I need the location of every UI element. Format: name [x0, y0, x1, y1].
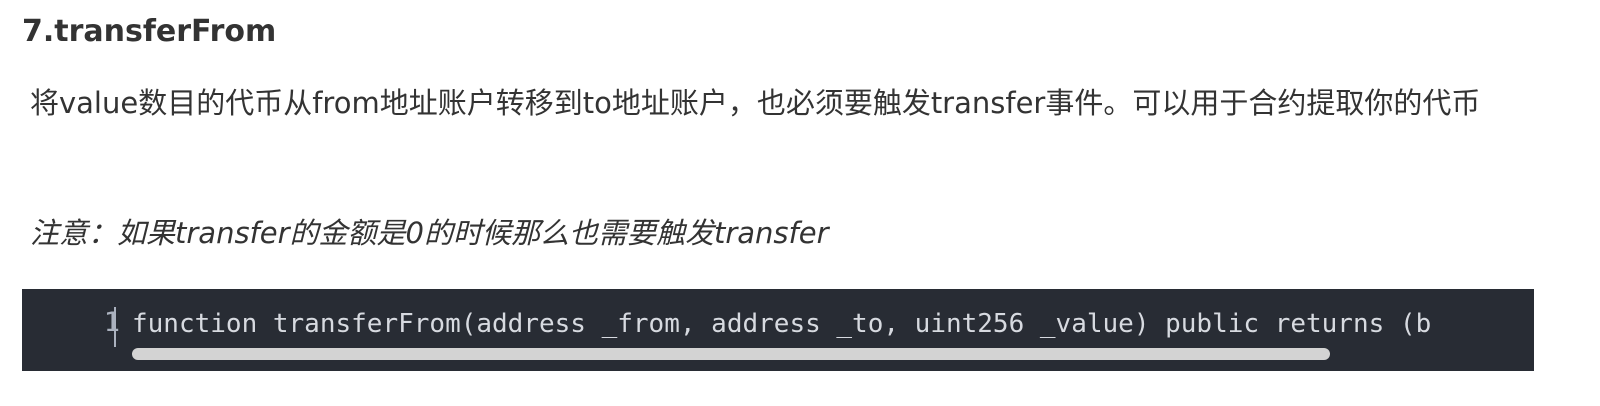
horizontal-scrollbar[interactable] [132, 348, 1330, 360]
gutter-divider [114, 307, 116, 347]
line-gutter: 1 [22, 289, 126, 371]
code-block: 1 function transferFrom(address _from, a… [22, 289, 1534, 371]
section-heading: 7.transferFrom [22, 14, 277, 49]
note-text: 注意：如果transfer的金额是0的时候那么也需要触发transfer [30, 216, 829, 250]
description-paragraph: 将value数目的代币从from地址账户转移到to地址账户，也必须要触发tran… [30, 86, 1481, 120]
line-number: 1 [103, 307, 120, 338]
code-line: function transferFrom(address _from, add… [132, 309, 1432, 339]
